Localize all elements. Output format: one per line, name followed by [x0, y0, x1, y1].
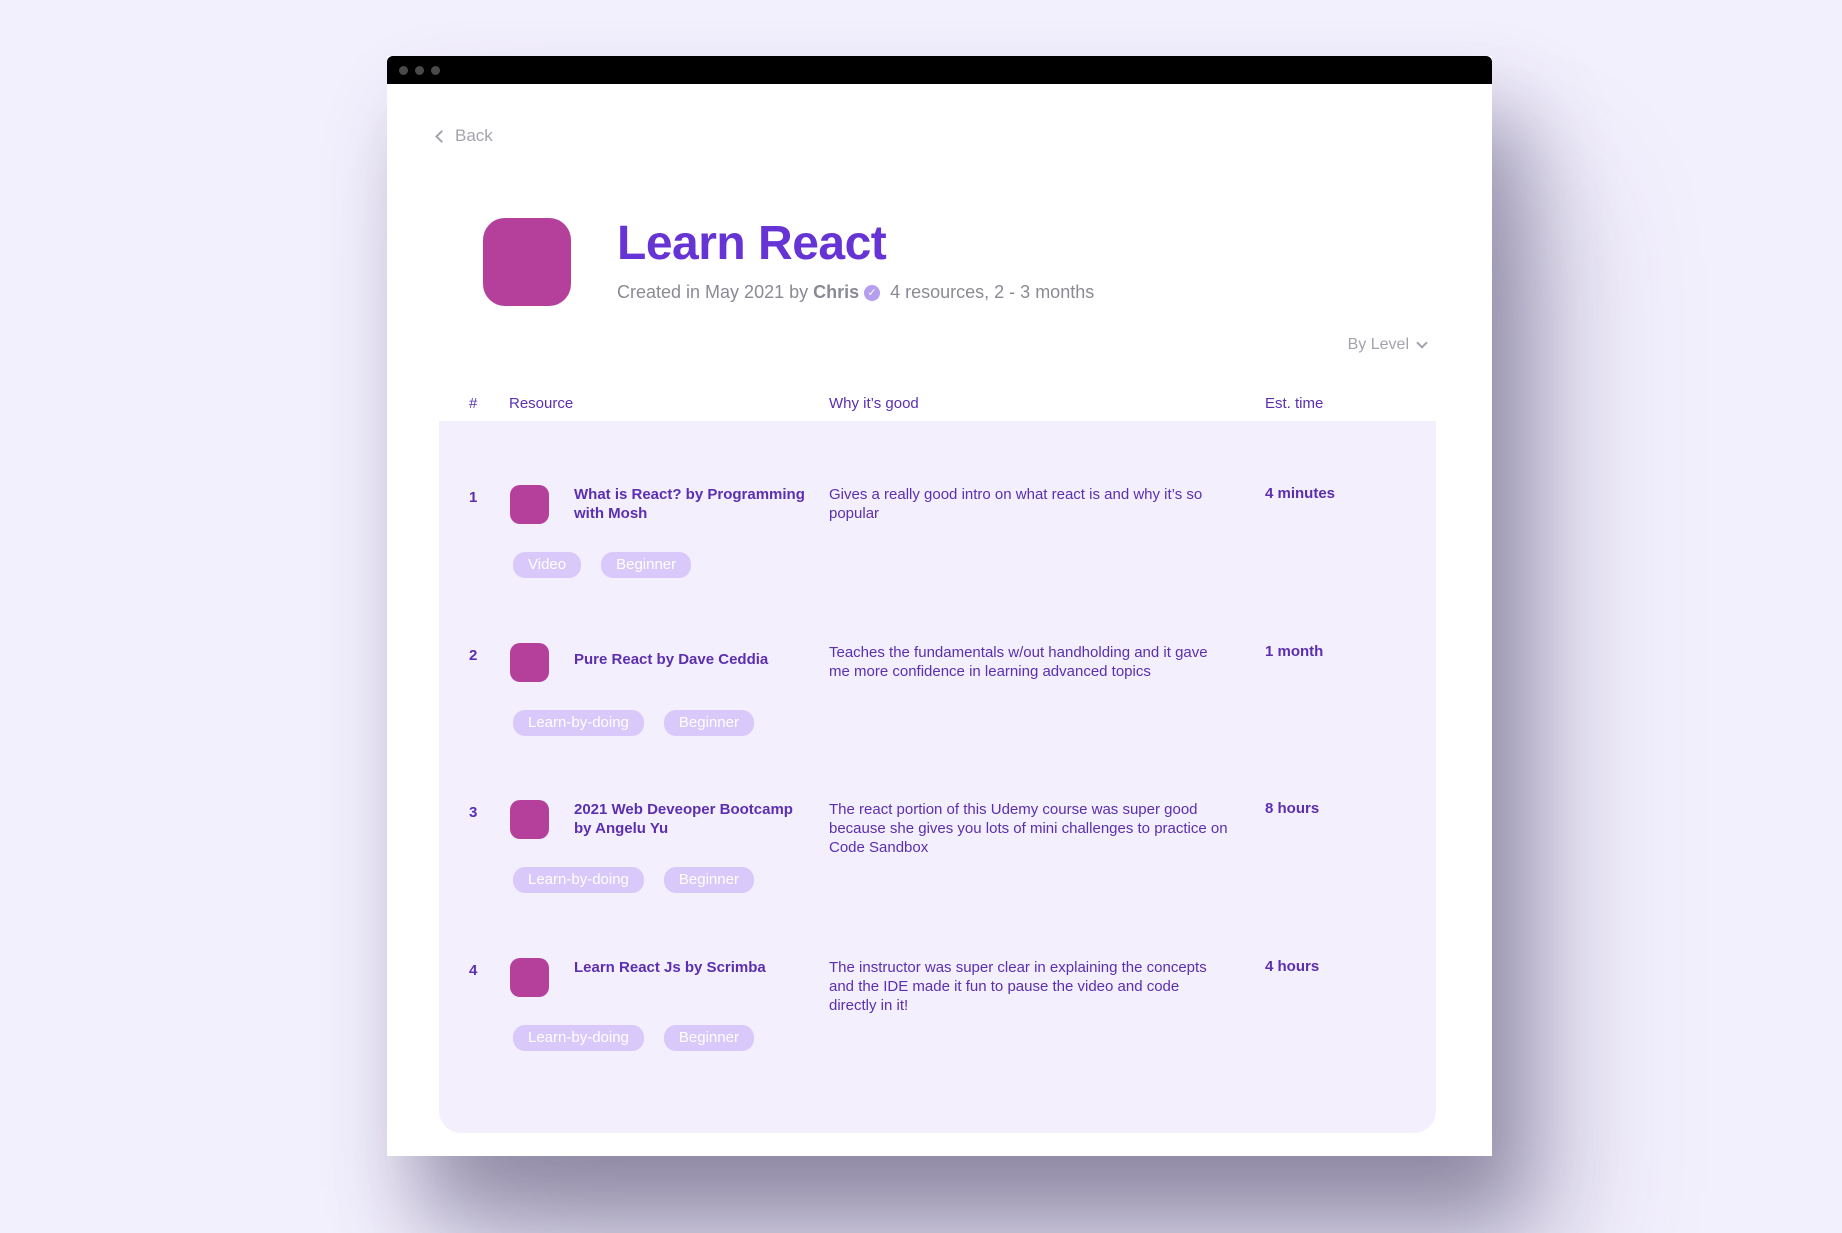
table-row: 2 Pure React by Dave Ceddia Teaches the …	[439, 643, 1436, 783]
resource-time: 4 hours	[1265, 958, 1320, 975]
resource-time: 8 hours	[1265, 800, 1320, 817]
chevron-down-icon	[1416, 337, 1428, 349]
browser-window: Back Learn React Created in May 2021 by …	[387, 56, 1492, 1156]
row-number: 2	[469, 647, 478, 664]
header-time: Est. time	[1265, 395, 1324, 412]
resource-name[interactable]: Pure React by Dave Ceddia	[574, 650, 814, 669]
back-label: Back	[455, 126, 493, 145]
table-row: 3 2021 Web Deveoper Bootcamp by Angelu Y…	[439, 800, 1436, 940]
header-why: Why it’s good	[829, 395, 919, 412]
resource-why: The react portion of this Udemy course w…	[829, 801, 1228, 856]
resource-name[interactable]: 2021 Web Deveoper Bootcamp by Angelu Yu	[574, 800, 814, 838]
table-row: 1 What is React? by Programming with Mos…	[439, 485, 1436, 625]
row-number: 1	[469, 489, 478, 506]
window-control-dot[interactable]	[415, 65, 424, 75]
header-resource: Resource	[509, 395, 574, 412]
resource-icon	[510, 958, 549, 997]
resource-name[interactable]: Learn React Js by Scrimba	[574, 958, 814, 977]
resource-icon	[510, 800, 549, 839]
resource-why: Teaches the fundamentals w/out handholdi…	[829, 644, 1208, 680]
sort-label: By Level	[1347, 336, 1409, 353]
resource-icon	[510, 485, 549, 524]
tag-level[interactable]: Beginner	[601, 552, 692, 578]
tag-type[interactable]: Video	[513, 552, 582, 578]
resource-tags: Learn-by-doing Beginner	[513, 710, 754, 736]
row-number: 3	[469, 804, 478, 821]
verified-check-icon: ✓	[864, 284, 881, 301]
table-row: 4 Learn React Js by Scrimba The instruct…	[439, 958, 1436, 1098]
chevron-left-icon	[435, 130, 448, 143]
header-num: #	[469, 395, 478, 412]
author-name[interactable]: Chris	[813, 282, 859, 303]
resource-name[interactable]: What is React? by Programming with Mosh	[574, 485, 814, 523]
sort-dropdown[interactable]: By Level	[1347, 336, 1428, 354]
resource-time: 4 minutes	[1265, 485, 1336, 502]
resource-icon	[510, 643, 549, 682]
course-meta: Created in May 2021 by Chris ✓ 4 resourc…	[617, 282, 1094, 303]
course-summary: 4 resources, 2 - 3 months	[890, 282, 1095, 302]
resource-tags: Video Beginner	[513, 552, 692, 578]
window-titlebar	[387, 56, 1492, 84]
tag-level[interactable]: Beginner	[663, 867, 754, 893]
created-text: Created in May 2021 by	[617, 282, 809, 302]
tag-type[interactable]: Learn-by-doing	[513, 1025, 644, 1051]
resource-why: Gives a really good intro on what react …	[829, 486, 1203, 522]
window-control-dot[interactable]	[431, 65, 440, 75]
tag-type[interactable]: Learn-by-doing	[513, 867, 644, 893]
course-icon	[483, 218, 571, 306]
tag-level[interactable]: Beginner	[663, 1025, 754, 1051]
resource-why: The instructor was super clear in explai…	[829, 959, 1207, 1014]
page-title: Learn React	[617, 217, 887, 270]
resource-list: 1 What is React? by Programming with Mos…	[439, 421, 1436, 1133]
table-header: # Resource Why it’s good Est. time	[439, 393, 1436, 423]
resource-tags: Learn-by-doing Beginner	[513, 1025, 754, 1051]
resource-tags: Learn-by-doing Beginner	[513, 867, 754, 893]
window-control-dot[interactable]	[399, 65, 408, 75]
row-number: 4	[469, 962, 478, 979]
back-link[interactable]: Back	[435, 126, 493, 146]
resource-time: 1 month	[1265, 643, 1324, 660]
tag-type[interactable]: Learn-by-doing	[513, 710, 644, 736]
tag-level[interactable]: Beginner	[663, 710, 754, 736]
